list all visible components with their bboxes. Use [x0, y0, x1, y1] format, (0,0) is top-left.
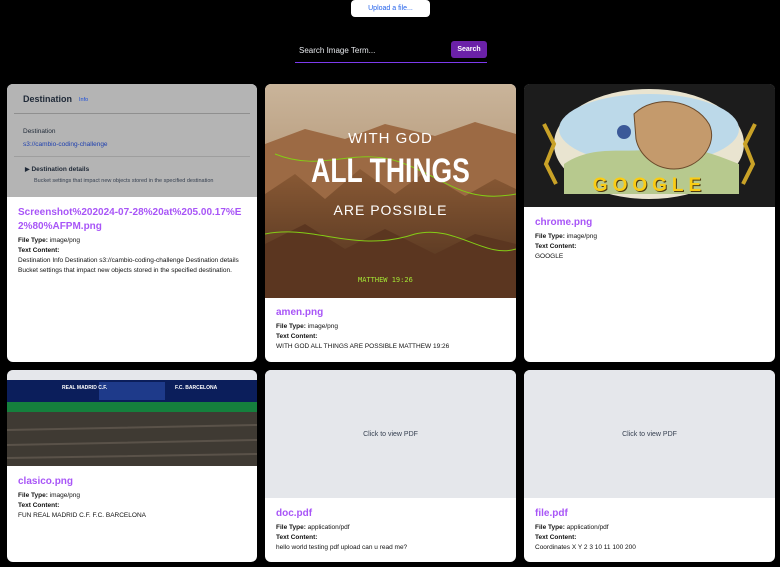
search-input[interactable] [295, 40, 445, 60]
pdf-placeholder-text: Click to view PDF [363, 430, 418, 438]
preview-details-sub: Bucket settings that impact new objects … [34, 178, 214, 184]
text-content: WITH GOD ALL THINGS ARE POSSIBLE MATTHEW… [276, 343, 450, 350]
file-card[interactable]: GOOGLE chrome.png File Type: image/png T… [524, 84, 775, 362]
file-card[interactable]: Click to view PDF doc.pdf File Type: app… [265, 370, 516, 562]
image-thumbnail[interactable]: WITH GOD ALL THINGS ARE POSSIBLE MATTHEW… [265, 84, 516, 298]
file-type: File Type: image/png [18, 492, 81, 499]
text-content: FUN REAL MADRID C.F. F.C. BARCELONA [18, 512, 146, 519]
preview-left-team: REAL MADRID C.F. [62, 385, 108, 391]
file-card[interactable]: Click to view PDF file.pdf File Type: ap… [524, 370, 775, 562]
file-type: File Type: image/png [276, 323, 339, 330]
preview-dest-value: s3://cambio-coding-challenge [23, 141, 108, 148]
file-type: File Type: image/png [535, 233, 598, 240]
upload-file-button[interactable]: Upload a file... [351, 0, 430, 17]
image-thumbnail[interactable]: Destination Info Destination s3://cambio… [7, 84, 257, 197]
preview-line3: ARE POSSIBLE [333, 202, 448, 218]
text-content-label: Text Content: [276, 534, 318, 541]
file-card[interactable]: REAL MADRID C.F. F.C. BARCELONA clasico.… [7, 370, 257, 562]
text-content-label: Text Content: [276, 333, 318, 340]
text-content-label: Text Content: [18, 247, 60, 254]
text-content-label: Text Content: [18, 502, 60, 509]
pdf-preview[interactable]: Click to view PDF [265, 370, 516, 498]
file-name: chrome.png [535, 217, 593, 228]
preview-verse: MATTHEW 19:26 [358, 276, 413, 284]
file-type: File Type: image/png [18, 237, 81, 244]
preview-dest-label: Destination [23, 128, 56, 135]
file-name: Screenshot%202024-07-28%20at%205.00.17%E… [18, 207, 242, 232]
canyon-image [265, 84, 516, 298]
file-name: clasico.png [18, 476, 74, 487]
stadium-image [7, 370, 257, 466]
text-content-label: Text Content: [535, 534, 577, 541]
file-name: doc.pdf [276, 508, 313, 519]
pdf-placeholder-text: Click to view PDF [622, 430, 677, 438]
preview-line1: WITH GOD [348, 130, 433, 147]
text-content: hello world testing pdf upload can u rea… [276, 544, 408, 551]
preview-info: Info [79, 97, 89, 103]
file-type: File Type: application/pdf [276, 524, 350, 531]
image-thumbnail[interactable]: GOOGLE [524, 84, 775, 207]
file-type: File Type: application/pdf [535, 524, 609, 531]
top-bar: Upload a file... Search [0, 0, 780, 84]
preview-right-team: F.C. BARCELONA [175, 385, 218, 391]
preview-line2: ALL THINGS [311, 152, 470, 190]
text-content: Coordinates X Y 2 3 10 11 100 200 [535, 544, 636, 551]
file-card[interactable]: WITH GOD ALL THINGS ARE POSSIBLE MATTHEW… [265, 84, 516, 362]
pdf-preview[interactable]: Click to view PDF [524, 370, 775, 498]
search-button[interactable]: Search [451, 41, 487, 58]
file-name: amen.png [276, 307, 324, 318]
file-card[interactable]: Destination Info Destination s3://cambio… [7, 84, 257, 362]
image-thumbnail[interactable]: REAL MADRID C.F. F.C. BARCELONA [7, 370, 257, 466]
preview-details: ▶ Destination details [25, 166, 90, 173]
preview-logo: GOOGLE [592, 175, 707, 196]
text-content: Destination Info Destination s3://cambio… [18, 257, 239, 274]
file-name: file.pdf [535, 508, 568, 519]
text-content: GOOGLE [535, 253, 564, 260]
caret-right-icon: ▶ [25, 167, 30, 173]
text-content-label: Text Content: [535, 243, 577, 250]
preview-title: Destination [23, 94, 73, 104]
